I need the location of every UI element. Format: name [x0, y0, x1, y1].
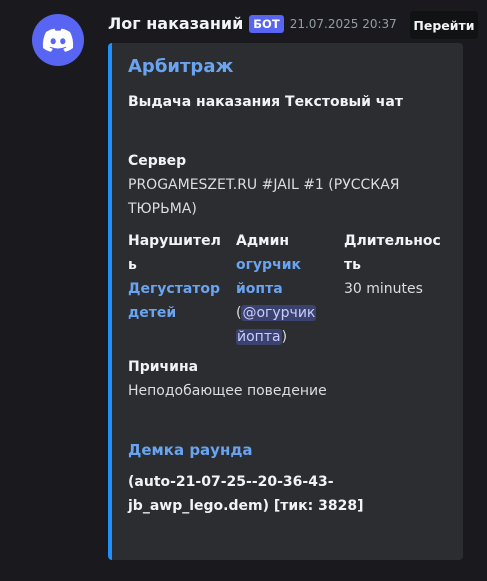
message-container: Лог наказаний БОТ 21.07.2025 20:37 Перей…: [0, 0, 487, 581]
mention-close-paren: ): [281, 329, 288, 345]
field-demo-value-line2: jb_awp_lego.dem) [тик: 3828]: [128, 498, 364, 514]
field-server-value-line1: PROGAMESZET.RU #JAIL #1 (РУССКАЯ: [128, 177, 400, 193]
embed-description: Выдача наказания Текстовый чат: [128, 94, 403, 110]
field-duration-value: 30 minutes: [344, 281, 423, 297]
field-violator-name-line1: Нарушител: [128, 233, 221, 249]
embed-card: Арбитраж Выдача наказания Текстовый чат …: [108, 43, 463, 560]
field-reason: Причина Неподобающее поведение: [128, 355, 458, 403]
field-demo-value-line1: (auto-21-07-25--20-36-43-: [128, 474, 334, 490]
field-duration: Длительнос ть 30 minutes: [344, 229, 459, 301]
field-server: Сервер PROGAMESZET.RU #JAIL #1 (РУССКАЯ …: [128, 149, 458, 221]
bot-badge: БОТ: [249, 14, 284, 33]
admin-mention-line1: (@огурчик: [236, 301, 340, 325]
admin-mention-line2: йопта): [236, 325, 340, 349]
field-violator-name-line2: ь: [128, 257, 137, 273]
timestamp: 21.07.2025 20:37: [289, 16, 397, 31]
goto-button[interactable]: Перейти: [410, 11, 478, 39]
field-duration-name-line1: Длительнос: [344, 233, 441, 249]
admin-link-line2[interactable]: йопта: [236, 277, 340, 301]
admin-link-line1[interactable]: огурчик: [236, 253, 340, 277]
field-demo: Демка раунда (auto-21-07-25--20-36-43- j…: [128, 438, 458, 518]
admin-mention-cont[interactable]: йопта: [236, 329, 282, 345]
field-server-name: Сервер: [128, 153, 187, 169]
field-admin: Админ огурчик йопта (@огурчик йопта): [236, 229, 340, 349]
bot-avatar[interactable]: [32, 14, 84, 66]
field-violator: Нарушител ь Дегустатор детей: [128, 229, 228, 325]
embed-title: Арбитраж: [128, 56, 234, 77]
author-name[interactable]: Лог наказаний: [108, 14, 243, 33]
message-header: Лог наказаний БОТ 21.07.2025 20:37: [108, 14, 397, 33]
field-duration-name-line2: ть: [344, 257, 361, 273]
violator-link-line2[interactable]: детей: [128, 301, 228, 325]
violator-link-line1[interactable]: Дегустатор: [128, 277, 228, 301]
discord-logo-icon: [42, 28, 74, 52]
field-admin-name: Админ: [236, 233, 290, 249]
field-server-value-line2: ТЮРЬМА): [128, 201, 197, 217]
field-demo-name: Демка раунда: [128, 441, 253, 459]
field-reason-value: Неподобающее поведение: [128, 383, 327, 399]
field-reason-name: Причина: [128, 359, 199, 375]
admin-mention[interactable]: @огурчик: [241, 305, 317, 321]
